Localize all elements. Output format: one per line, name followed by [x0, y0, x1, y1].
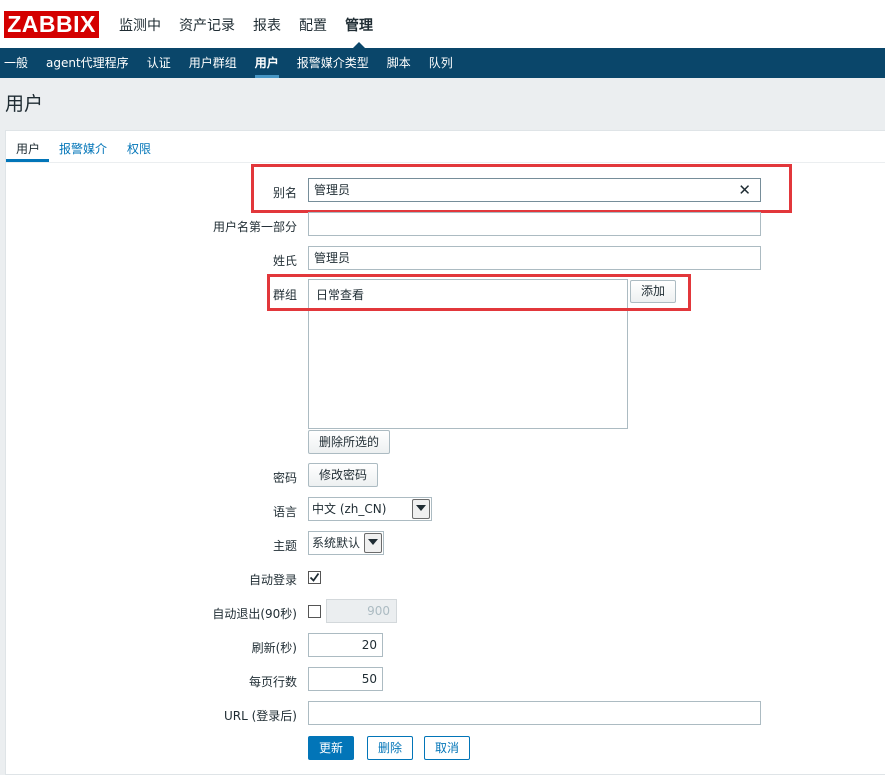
theme-label: 主题	[272, 539, 297, 553]
sub-menu-general[interactable]: 一般	[0, 48, 37, 78]
main-menu-monitoring[interactable]: 监测中	[110, 0, 170, 48]
main-menu-configuration[interactable]: 配置	[290, 0, 336, 48]
first-name-label: 用户名第一部分	[212, 220, 297, 234]
sub-menu-user-groups[interactable]: 用户群组	[180, 48, 246, 78]
checkmark-icon	[309, 572, 320, 582]
sub-menu-proxies[interactable]: agent代理程序	[37, 48, 138, 78]
sub-menu-queue[interactable]: 队列	[420, 48, 462, 78]
autologin-label: 自动登录	[248, 573, 297, 587]
cancel-button[interactable]: 取消	[424, 736, 471, 760]
sub-menu-scripts[interactable]: 脚本	[378, 48, 420, 78]
autologin-checkbox[interactable]	[308, 571, 321, 584]
clear-icon[interactable]: ✕	[738, 179, 751, 201]
tab-user[interactable]: 用户	[16, 140, 40, 157]
chevron-down-icon[interactable]	[364, 533, 382, 553]
theme-select[interactable]: 系统默认	[308, 531, 384, 555]
sub-menu-media-types[interactable]: 报警媒介类型	[288, 48, 378, 78]
first-name-input[interactable]	[308, 212, 761, 236]
sub-menu-authentication[interactable]: 认证	[138, 48, 180, 78]
active-tab-indicator	[6, 159, 49, 162]
refresh-input[interactable]: 20	[308, 633, 383, 657]
update-button[interactable]: 更新	[308, 736, 355, 760]
main-menu: 监测中 资产记录 报表 配置 管理	[110, 0, 382, 49]
alias-label: 别名	[272, 186, 297, 200]
user-form-panel: 用户 报警媒介 权限 别名 管理员 ✕ 用户名第一部分 姓氏 管理员 群组 日常…	[5, 130, 885, 775]
surname-input[interactable]: 管理员	[308, 246, 761, 270]
main-menu-inventory[interactable]: 资产记录	[170, 0, 244, 48]
rows-per-page-label: 每页行数	[248, 675, 297, 689]
theme-value: 系统默认	[312, 536, 361, 550]
page-title: 用户	[5, 93, 44, 115]
tab-media[interactable]: 报警媒介	[59, 140, 107, 157]
form-tabs: 用户 报警媒介 权限	[6, 131, 885, 163]
language-value: 中文 (zh_CN)	[312, 502, 387, 516]
main-menu-administration[interactable]: 管理	[336, 0, 382, 49]
surname-label: 姓氏	[272, 254, 297, 268]
language-select[interactable]: 中文 (zh_CN)	[308, 497, 432, 521]
change-password-button[interactable]: 修改密码	[308, 463, 379, 487]
main-menu-reports[interactable]: 报表	[244, 0, 290, 48]
groups-label: 群组	[272, 288, 297, 302]
zabbix-logo[interactable]: ZABBIX	[4, 11, 99, 38]
add-group-button[interactable]: 添加	[630, 280, 677, 303]
sub-menu-users[interactable]: 用户	[246, 48, 288, 78]
groups-list[interactable]: 日常查看	[308, 279, 628, 429]
autologout-input: 900	[326, 599, 397, 623]
group-item[interactable]: 日常查看	[316, 286, 364, 303]
remove-selected-button[interactable]: 删除所选的	[308, 430, 391, 454]
delete-button[interactable]: 删除	[367, 736, 414, 760]
sub-menu: 一般 agent代理程序 认证 用户群组 用户 报警媒介类型 脚本 队列	[0, 48, 885, 78]
language-label: 语言	[272, 505, 297, 519]
tab-permissions[interactable]: 权限	[127, 140, 151, 157]
alias-value: 管理员	[314, 183, 351, 197]
autologout-label: 自动退出(90秒)	[212, 607, 297, 621]
url-input[interactable]	[308, 701, 761, 725]
refresh-label: 刷新(秒)	[251, 641, 297, 655]
chevron-down-icon[interactable]	[412, 499, 430, 519]
autologout-checkbox[interactable]	[308, 605, 321, 618]
top-header: ZABBIX 监测中 资产记录 报表 配置 管理	[0, 0, 885, 49]
password-label: 密码	[272, 471, 297, 485]
rows-per-page-input[interactable]: 50	[308, 667, 383, 691]
url-label: URL (登录后)	[224, 709, 297, 723]
alias-input[interactable]: 管理员 ✕	[308, 178, 761, 202]
